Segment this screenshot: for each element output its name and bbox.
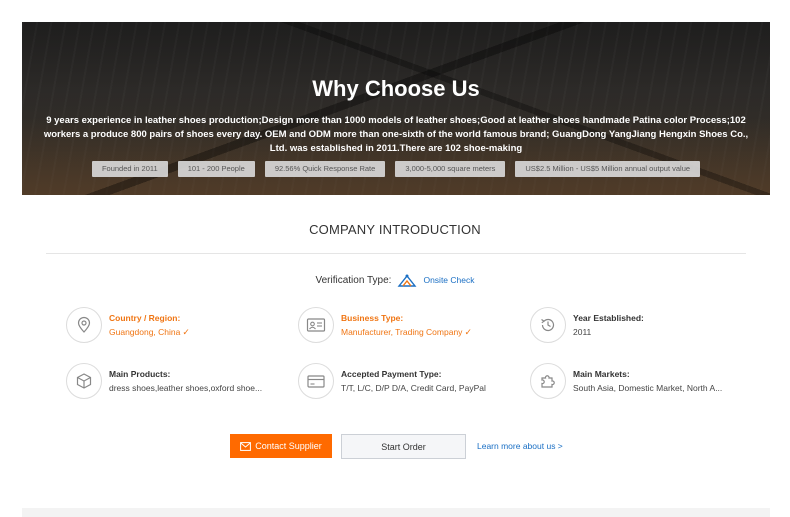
- start-order-label: Start Order: [381, 441, 426, 452]
- year-established-value: 2011: [573, 327, 592, 337]
- info-main-products: Main Products: dress shoes,leather shoes…: [66, 363, 276, 403]
- box-icon: [66, 363, 102, 399]
- tag-response-rate: 92.56% Quick Response Rate: [264, 161, 386, 177]
- location-pin-icon: [66, 307, 102, 343]
- tag-area: 3,000-5,000 square meters: [395, 161, 506, 177]
- country-value-row: Guangdong, China ✓: [109, 327, 190, 338]
- info-payment-type: Accepted Payment Type: T/T, L/C, D/P D/A…: [298, 363, 508, 403]
- hero-description: 9 years experience in leather shoes prod…: [43, 115, 749, 154]
- year-established-label: Year Established:: [573, 313, 644, 323]
- start-order-button[interactable]: Start Order: [341, 434, 466, 459]
- tag-output-value: US$2.5 Million - US$5 Million annual out…: [515, 161, 701, 177]
- next-section-strip: [22, 508, 770, 517]
- business-type-value-row: Manufacturer, Trading Company ✓: [341, 327, 472, 338]
- info-year-established: Year Established: 2011: [530, 307, 740, 347]
- id-card-icon: [298, 307, 334, 343]
- tag-founded: Founded in 2011: [91, 161, 168, 177]
- payment-type-label: Accepted Payment Type:: [341, 369, 442, 379]
- main-products-label: Main Products:: [109, 369, 171, 379]
- section-divider: [46, 253, 746, 254]
- country-label: Country / Region:: [109, 313, 181, 323]
- verified-check-icon: ✓: [182, 327, 190, 337]
- envelope-icon: [240, 441, 252, 451]
- business-type-value: Manufacturer, Trading Company: [341, 327, 463, 337]
- puzzle-icon: [530, 363, 566, 399]
- main-markets-value: South Asia, Domestic Market, North A...: [573, 383, 723, 393]
- verified-check-icon: ✓: [464, 327, 472, 337]
- contact-supplier-button[interactable]: Contact Supplier: [230, 434, 332, 458]
- main-products-value: dress shoes,leather shoes,oxford shoe...: [109, 383, 263, 393]
- hero-title: Why Choose Us: [312, 76, 480, 101]
- business-type-label: Business Type:: [341, 313, 404, 323]
- verification-row: Verification Type: Onsite Check: [0, 273, 790, 287]
- credit-card-icon: [298, 363, 334, 399]
- country-value: Guangdong, China: [109, 327, 181, 337]
- onsite-check-icon: [398, 274, 417, 287]
- verification-label: Verification Type:: [315, 274, 392, 286]
- company-introduction-title: COMPANY INTRODUCTION: [309, 222, 481, 237]
- onsite-check-link[interactable]: Onsite Check: [397, 273, 475, 287]
- tag-people: 101 - 200 People: [177, 161, 255, 177]
- info-main-markets: Main Markets: South Asia, Domestic Marke…: [530, 363, 740, 403]
- onsite-check-text: Onsite Check: [423, 275, 475, 285]
- hero-banner: Why Choose Us 9 years experience in leat…: [22, 22, 770, 195]
- hero-tags: Founded in 2011 101 - 200 People 92.56% …: [22, 161, 770, 177]
- info-business-type: Business Type: Manufacturer, Trading Com…: [298, 307, 508, 347]
- payment-type-value: T/T, L/C, D/P D/A, Credit Card, PayPal: [341, 383, 486, 393]
- contact-supplier-label: Contact Supplier: [255, 441, 322, 451]
- history-clock-icon: [530, 307, 566, 343]
- learn-more-link[interactable]: Learn more about us >: [477, 441, 563, 451]
- main-markets-label: Main Markets:: [573, 369, 630, 379]
- info-country: Country / Region: Guangdong, China ✓: [66, 307, 276, 347]
